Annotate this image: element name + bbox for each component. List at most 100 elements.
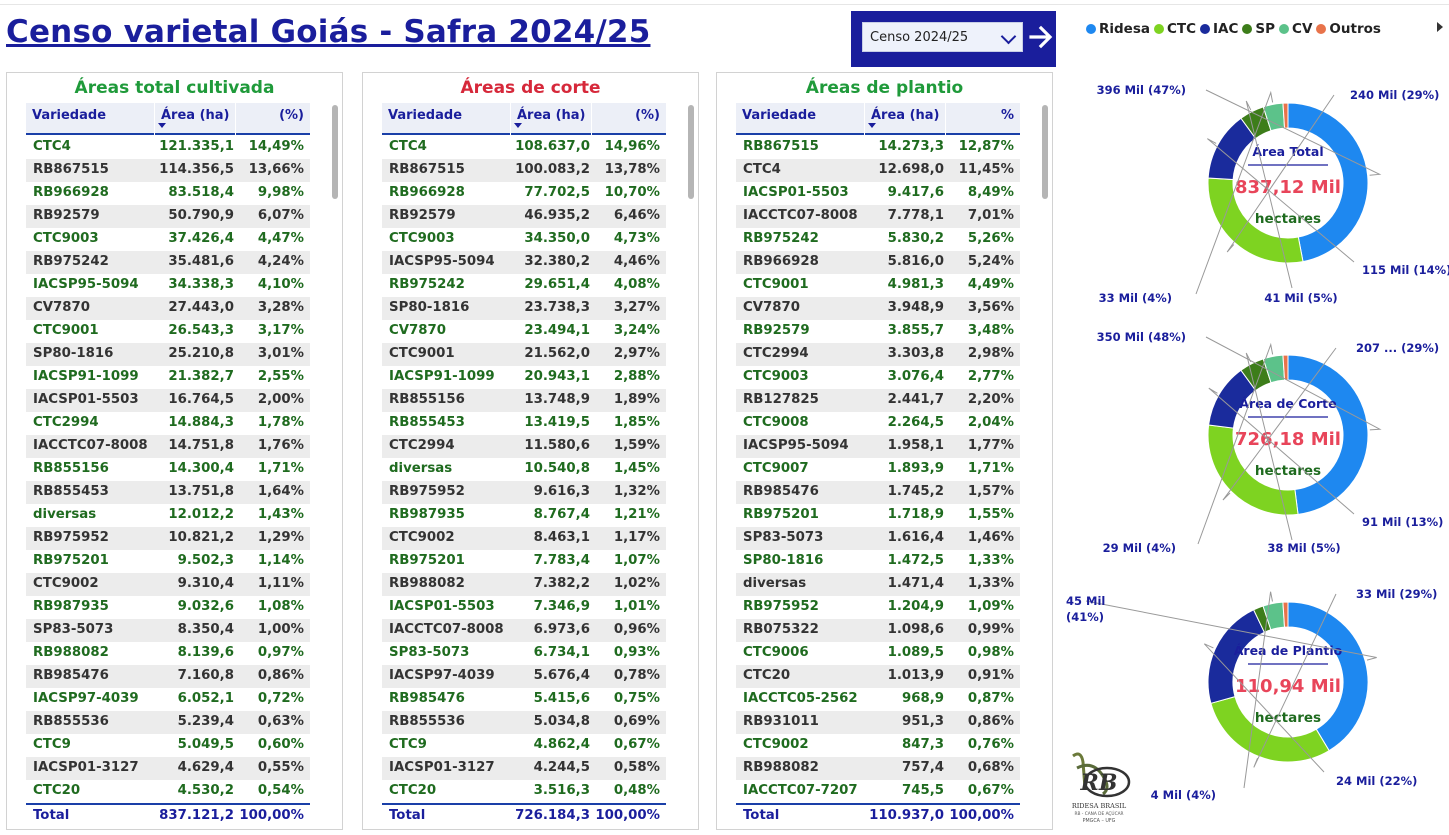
table-row[interactable]: RB127825 2.441,7 2,20% <box>736 389 1020 412</box>
col-header-area[interactable]: Área (ha) <box>517 108 586 123</box>
col-header-pct[interactable]: (%) <box>635 108 660 123</box>
donut-slice-ctc[interactable] <box>1210 696 1330 763</box>
table-row[interactable]: RB855156 14.300,4 1,71% <box>26 458 310 481</box>
table-row[interactable]: CTC9002 8.463,1 1,17% <box>382 527 666 550</box>
table-row[interactable]: RB931011 951,3 0,86% <box>736 711 1020 734</box>
table-row[interactable]: CTC9001 21.562,0 2,97% <box>382 343 666 366</box>
col-header-variedade[interactable]: Variedade <box>388 108 462 123</box>
table-row[interactable]: CTC2994 11.580,6 1,59% <box>382 435 666 458</box>
table-row[interactable]: RB988082 7.382,2 1,02% <box>382 573 666 596</box>
table-row[interactable]: RB975952 1.204,9 1,09% <box>736 596 1020 619</box>
table-row[interactable]: CTC9001 4.981,3 4,49% <box>736 274 1020 297</box>
table-row[interactable]: CTC20 4.530,2 0,54% <box>26 780 310 803</box>
table-row[interactable]: RB966928 77.702,5 10,70% <box>382 182 666 205</box>
table-row[interactable]: CTC20 1.013,9 0,91% <box>736 665 1020 688</box>
arrow-right-icon[interactable] <box>1029 23 1053 51</box>
table-row[interactable]: SP83-5073 8.350,4 1,00% <box>26 619 310 642</box>
legend-item[interactable]: CTC <box>1154 21 1196 37</box>
table-row[interactable]: CTC4 108.637,0 14,96% <box>382 136 666 159</box>
table-row[interactable]: diversas 12.012,2 1,43% <box>26 504 310 527</box>
table-row[interactable]: CTC4 121.335,1 14,49% <box>26 136 310 159</box>
table-row[interactable]: IACSP95-5094 1.958,1 1,77% <box>736 435 1020 458</box>
legend-item[interactable]: Ridesa <box>1086 21 1150 37</box>
table-row[interactable]: CTC9 5.049,5 0,60% <box>26 734 310 757</box>
table-row[interactable]: IACSP95-5094 34.338,3 4,10% <box>26 274 310 297</box>
table-row[interactable]: RB988082 8.139,6 0,97% <box>26 642 310 665</box>
legend-item[interactable]: SP <box>1242 21 1275 37</box>
table-row[interactable]: IACSP01-5503 9.417,6 8,49% <box>736 182 1020 205</box>
table-row[interactable]: SP80-1816 23.738,3 3,27% <box>382 297 666 320</box>
table-row[interactable]: RB966928 83.518,4 9,98% <box>26 182 310 205</box>
table-row[interactable]: CV7870 23.494,1 3,24% <box>382 320 666 343</box>
table-row[interactable]: SP83-5073 6.734,1 0,93% <box>382 642 666 665</box>
table-row[interactable]: SP83-5073 1.616,4 1,46% <box>736 527 1020 550</box>
table-row[interactable]: RB855453 13.751,8 1,64% <box>26 481 310 504</box>
table-row[interactable]: RB966928 5.816,0 5,24% <box>736 251 1020 274</box>
col-header-area[interactable]: Área (ha) <box>871 108 940 123</box>
table-row[interactable]: RB867515 14.273,3 12,87% <box>736 136 1020 159</box>
table-row[interactable]: RB975242 29.651,4 4,08% <box>382 274 666 297</box>
table-row[interactable]: IACSP97-4039 5.676,4 0,78% <box>382 665 666 688</box>
table-row[interactable]: CTC9002 847,3 0,76% <box>736 734 1020 757</box>
table-row[interactable]: RB975201 7.783,4 1,07% <box>382 550 666 573</box>
table-row[interactable]: CV7870 3.948,9 3,56% <box>736 297 1020 320</box>
census-dropdown[interactable]: Censo 2024/25 <box>862 22 1023 52</box>
table-row[interactable]: RB975242 35.481,6 4,24% <box>26 251 310 274</box>
table-row[interactable]: RB985476 1.745,2 1,57% <box>736 481 1020 504</box>
table-row[interactable]: RB075322 1.098,6 0,99% <box>736 619 1020 642</box>
col-header-variedade[interactable]: Variedade <box>742 108 816 123</box>
table-row[interactable]: RB987935 8.767,4 1,21% <box>382 504 666 527</box>
table-row[interactable]: diversas 10.540,8 1,45% <box>382 458 666 481</box>
table-row[interactable]: CTC9006 1.089,5 0,98% <box>736 642 1020 665</box>
table-row[interactable]: RB92579 50.790,9 6,07% <box>26 205 310 228</box>
table-row[interactable]: CTC9001 26.543,3 3,17% <box>26 320 310 343</box>
table-row[interactable]: RB985476 7.160,8 0,86% <box>26 665 310 688</box>
col-header-area[interactable]: Área (ha) <box>161 108 230 123</box>
col-header-pct[interactable]: (%) <box>279 108 304 123</box>
table-row[interactable]: CTC2994 3.303,8 2,98% <box>736 343 1020 366</box>
table-row[interactable]: CTC4 12.698,0 11,45% <box>736 159 1020 182</box>
col-header-pct[interactable]: % <box>1001 108 1014 123</box>
table-row[interactable]: RB985476 5.415,6 0,75% <box>382 688 666 711</box>
legend-next-icon[interactable] <box>1437 22 1443 32</box>
table-row[interactable]: RB855536 5.034,8 0,69% <box>382 711 666 734</box>
table-row[interactable]: RB92579 46.935,2 6,46% <box>382 205 666 228</box>
table-row[interactable]: RB867515 114.356,5 13,66% <box>26 159 310 182</box>
table-row[interactable]: diversas 1.471,4 1,33% <box>736 573 1020 596</box>
table-row[interactable]: IACSP01-5503 7.346,9 1,01% <box>382 596 666 619</box>
table-row[interactable]: RB975242 5.830,2 5,26% <box>736 228 1020 251</box>
table-row[interactable]: SP80-1816 1.472,5 1,33% <box>736 550 1020 573</box>
table-row[interactable]: CTC20 3.516,3 0,48% <box>382 780 666 803</box>
table-scrollbar[interactable] <box>1042 105 1048 199</box>
table-row[interactable]: IACCTC07-8008 7.778,1 7,01% <box>736 205 1020 228</box>
table-row[interactable]: CTC9002 9.310,4 1,11% <box>26 573 310 596</box>
table-row[interactable]: IACSP97-4039 6.052,1 0,72% <box>26 688 310 711</box>
table-scrollbar[interactable] <box>332 105 338 199</box>
table-row[interactable]: IACSP91-1099 20.943,1 2,88% <box>382 366 666 389</box>
table-row[interactable]: IACCTC07-8008 14.751,8 1,76% <box>26 435 310 458</box>
table-row[interactable]: RB92579 3.855,7 3,48% <box>736 320 1020 343</box>
table-row[interactable]: RB975952 9.616,3 1,32% <box>382 481 666 504</box>
table-row[interactable]: CTC9007 1.893,9 1,71% <box>736 458 1020 481</box>
table-row[interactable]: RB975952 10.821,2 1,29% <box>26 527 310 550</box>
table-row[interactable]: CTC9008 2.264,5 2,04% <box>736 412 1020 435</box>
legend-item[interactable]: IAC <box>1200 21 1238 37</box>
table-row[interactable]: IACSP01-5503 16.764,5 2,00% <box>26 389 310 412</box>
legend-item[interactable]: CV <box>1279 21 1312 37</box>
table-row[interactable]: RB855536 5.239,4 0,63% <box>26 711 310 734</box>
table-row[interactable]: RB855453 13.419,5 1,85% <box>382 412 666 435</box>
table-row[interactable]: RB988082 757,4 0,68% <box>736 757 1020 780</box>
table-row[interactable]: IACSP95-5094 32.380,2 4,46% <box>382 251 666 274</box>
table-row[interactable]: RB855156 13.748,9 1,89% <box>382 389 666 412</box>
table-row[interactable]: CTC9 4.862,4 0,67% <box>382 734 666 757</box>
col-header-variedade[interactable]: Variedade <box>32 108 106 123</box>
table-row[interactable]: IACCTC07-8008 6.973,6 0,96% <box>382 619 666 642</box>
table-scrollbar[interactable] <box>688 105 694 199</box>
table-row[interactable]: RB867515 100.083,2 13,78% <box>382 159 666 182</box>
table-row[interactable]: CTC9003 37.426,4 4,47% <box>26 228 310 251</box>
legend-item[interactable]: Outros <box>1316 21 1381 37</box>
table-row[interactable]: CTC9003 3.076,4 2,77% <box>736 366 1020 389</box>
table-row[interactable]: IACSP01-3127 4.629,4 0,55% <box>26 757 310 780</box>
table-row[interactable]: IACSP01-3127 4.244,5 0,58% <box>382 757 666 780</box>
table-row[interactable]: RB987935 9.032,6 1,08% <box>26 596 310 619</box>
